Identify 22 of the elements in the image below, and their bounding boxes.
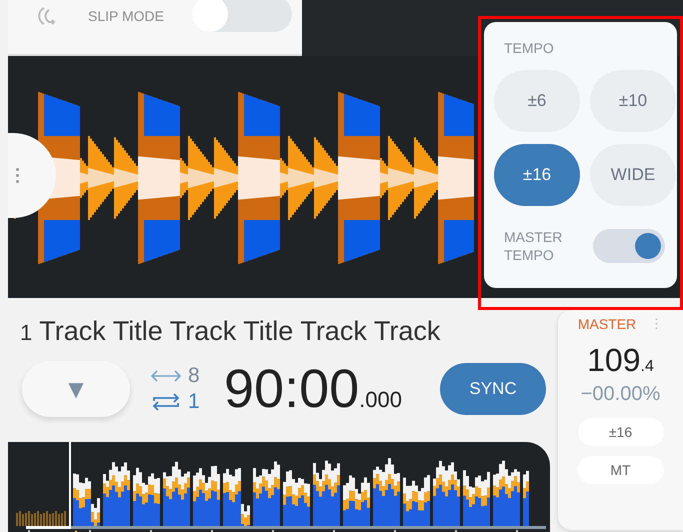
tempo-range-button[interactable]: ±16 [578, 418, 664, 446]
pitch-percent: −00.00% [580, 383, 660, 406]
loop-value: 1 [188, 390, 200, 414]
tempo-range-option[interactable]: ±6 [494, 70, 580, 132]
beat-jump-value: 8 [188, 364, 200, 388]
master-tempo-toggle[interactable] [593, 229, 665, 264]
cue-button[interactable]: ▼ [22, 361, 130, 417]
sync-button[interactable]: SYNC [440, 363, 546, 415]
master-tempo-button[interactable]: MT [578, 456, 664, 484]
slip-mode-label: SLIP MODE [88, 8, 164, 24]
tempo-heading: TEMPO [504, 40, 555, 56]
master-tempo-label: MASTER TEMPO [504, 228, 564, 264]
master-label: MASTER [578, 316, 636, 332]
slip-mode-toggle[interactable] [192, 0, 292, 32]
tempo-range-option[interactable]: ±16 [494, 144, 580, 206]
track-title: 1 Track Title Track Title Track Track [19, 315, 442, 344]
tempo-range-option[interactable]: WIDE [590, 144, 676, 206]
tempo-range-option[interactable]: ±10 [590, 70, 676, 132]
loop-icon [150, 392, 182, 412]
time-display: 90:00.000 [224, 358, 403, 420]
bpm-display: 109.4 [587, 342, 654, 379]
beat-jump-icon [150, 369, 182, 383]
